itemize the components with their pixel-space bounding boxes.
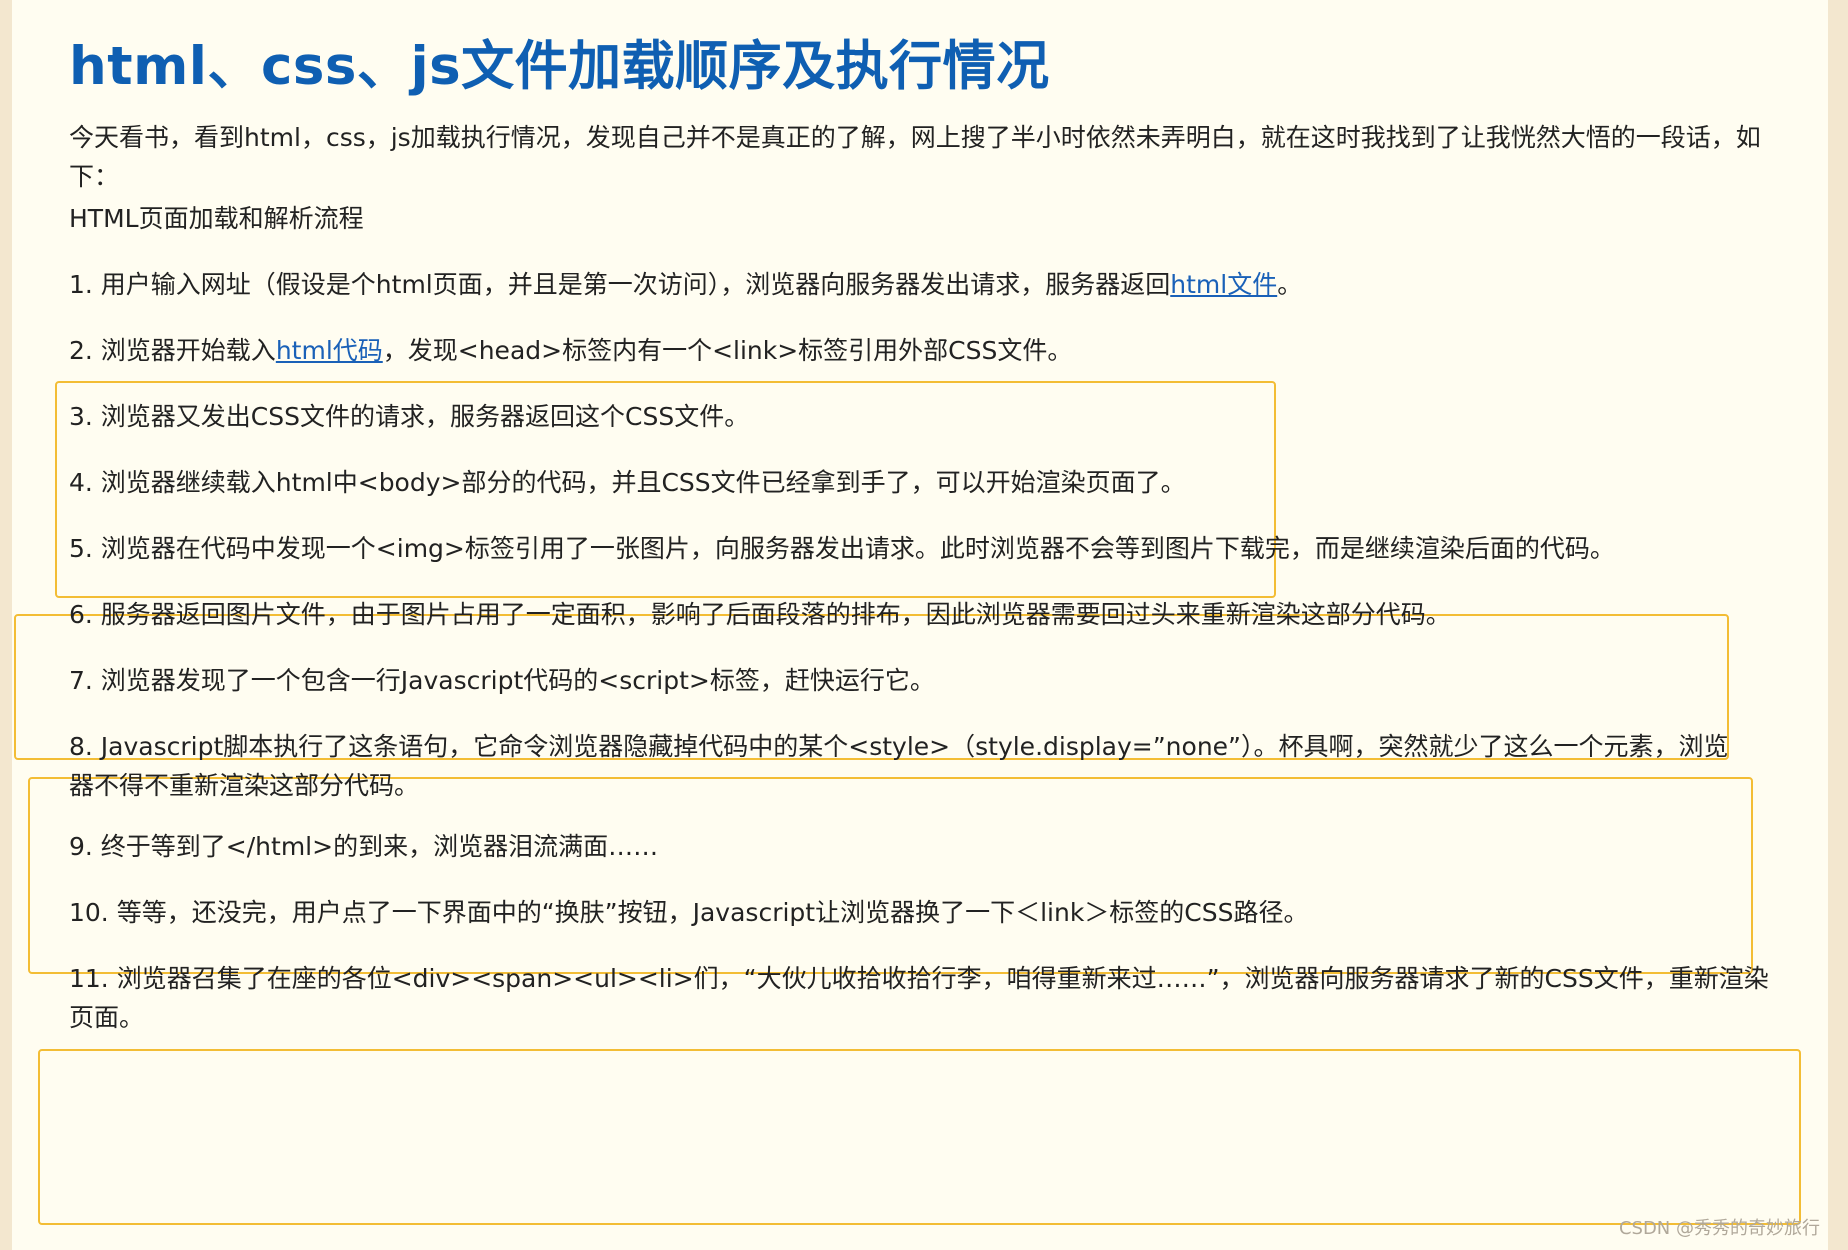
step-1-end: 。 [1277, 270, 1303, 299]
step-3: 3. 浏览器又发出CSS文件的请求，服务器返回这个CSS文件。 [69, 402, 750, 431]
step-11: 11. 浏览器召集了在座的各位<div><span><ul><li>们，“大伙儿… [69, 964, 1769, 1032]
step-7: 7. 浏览器发现了一个包含一行Javascript代码的<script>标签，赶… [69, 666, 935, 695]
step-2-rest: ，发现<head>标签内有一个<link>标签引用外部CSS文件。 [382, 336, 1073, 365]
step-1-text: 1. 用户输入网址（假设是个html页面，并且是第一次访问），浏览器向服务器发出… [69, 270, 1171, 299]
highlight-box-steps-7-8 [28, 777, 1753, 974]
step-6: 6. 服务器返回图片文件，由于图片占用了一定面积，影响了后面段落的排布，因此浏览… [69, 600, 1451, 629]
html-code-link[interactable]: html代码 [276, 336, 383, 365]
step-8: 8. Javascript脚本执行了这条语句，它命令浏览器隐藏掉代码中的某个<s… [69, 732, 1729, 800]
step-10: 10. 等等，还没完，用户点了一下界面中的“换肤”按钮，Javascript让浏… [69, 898, 1309, 927]
intro-paragraph: 今天看书，看到html，css，js加载执行情况，发现自己并不是真正的了解，网上… [69, 123, 1761, 191]
step-1: 1. 用户输入网址（假设是个html页面，并且是第一次访问），浏览器向服务器发出… [69, 265, 1302, 304]
step-5: 5. 浏览器在代码中发现一个<img>标签引用了一张图片，向服务器发出请求。此时… [69, 534, 1615, 563]
watermark: CSDN @秀秀的奇妙旅行 [1618, 1218, 1820, 1239]
step-4: 4. 浏览器继续载入html中<body>部分的代码，并且CSS文件已经拿到手了… [69, 468, 1186, 497]
page-title: html、css、js文件加载顺序及执行情况 [69, 36, 1050, 97]
highlight-box-steps-10-11 [38, 1049, 1801, 1225]
step-2: 2. 浏览器开始载入html代码，发现<head>标签内有一个<link>标签引… [69, 331, 1072, 370]
html-file-link[interactable]: html文件 [1170, 270, 1277, 299]
step-9: 9. 终于等到了</html>的到来，浏览器泪流满面…… [69, 832, 659, 861]
subtitle: HTML页面加载和解析流程 [69, 204, 364, 233]
step-2-text: 2. 浏览器开始载入 [69, 336, 276, 365]
